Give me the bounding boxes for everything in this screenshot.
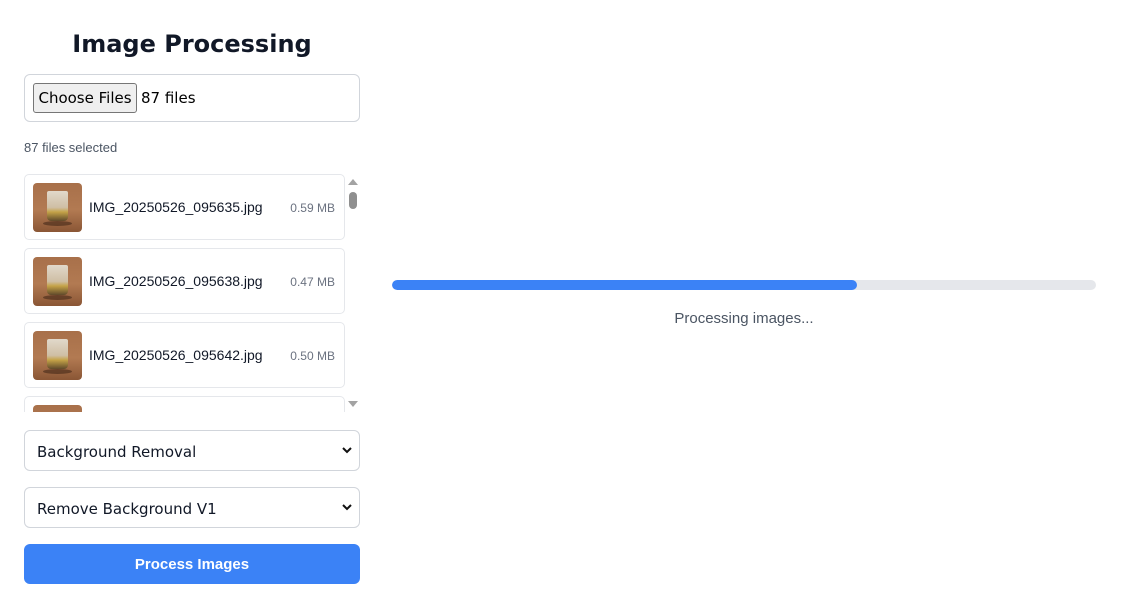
app-page: Image Processing Choose Files 87 files 8… <box>0 0 1131 609</box>
model-select[interactable]: Remove Background V1 <box>24 487 360 528</box>
model-value: Remove Background V1 <box>37 500 217 518</box>
file-input[interactable]: Choose Files 87 files <box>24 74 360 122</box>
file-thumbnail <box>33 257 82 306</box>
scroll-down-arrow-icon[interactable] <box>348 401 358 407</box>
page-title: Image Processing <box>72 30 312 58</box>
file-list-item[interactable]: IMG_20250526_095638.jpg 0.47 MB <box>24 248 345 314</box>
file-list-item[interactable]: IMG_20250526_095642.jpg 0.50 MB <box>24 322 345 388</box>
file-input-count: 87 files <box>141 89 196 107</box>
scroll-up-arrow-icon[interactable] <box>348 179 358 185</box>
progress-bar <box>392 280 1096 290</box>
file-size: 0.50 MB <box>290 349 335 363</box>
processing-type-value: Background Removal <box>37 443 197 461</box>
chevron-down-icon <box>342 504 352 511</box>
file-thumbnail <box>33 405 82 412</box>
file-list[interactable]: IMG_20250526_095635.jpg 0.59 MB IMG_2025… <box>24 174 360 412</box>
file-name: IMG_20250526_095642.jpg <box>89 347 263 363</box>
choose-files-button[interactable]: Choose Files <box>33 83 137 113</box>
progress-status: Processing images... <box>674 310 814 327</box>
file-name: IMG_20250526_095638.jpg <box>89 273 263 289</box>
chevron-down-icon <box>342 447 352 454</box>
process-images-button[interactable]: Process Images <box>24 544 360 584</box>
file-list-scrollbar[interactable] <box>346 174 360 412</box>
file-thumbnail <box>33 183 82 232</box>
processing-type-select[interactable]: Background Removal <box>24 430 360 471</box>
file-size: 0.47 MB <box>290 275 335 289</box>
file-list-item[interactable]: IMG_20250526_095635.jpg 0.59 MB <box>24 174 345 240</box>
file-list-item-partial[interactable] <box>24 396 345 412</box>
selected-count-label: 87 files selected <box>24 140 118 155</box>
file-thumbnail <box>33 331 82 380</box>
progress-fill <box>392 280 857 290</box>
file-size: 0.59 MB <box>290 201 335 215</box>
scrollbar-thumb[interactable] <box>349 192 357 209</box>
file-name: IMG_20250526_095635.jpg <box>89 199 263 215</box>
